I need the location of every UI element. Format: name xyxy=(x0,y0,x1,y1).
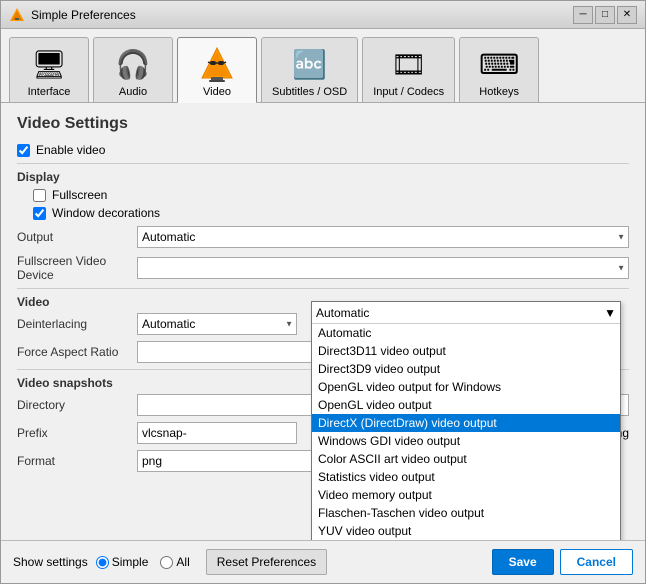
tab-hotkeys-label: Hotkeys xyxy=(479,86,519,98)
dropdown-item[interactable]: Video memory output xyxy=(312,486,620,504)
fullscreen-checkbox[interactable] xyxy=(33,189,46,202)
audio-icon: 🎧 xyxy=(113,44,153,84)
tab-video[interactable]: Video xyxy=(177,37,257,103)
tab-bar: 🖥 Interface 🎧 Audio xyxy=(1,29,645,103)
hotkeys-icon: ⌨ xyxy=(479,44,519,84)
output-select[interactable]: Automatic xyxy=(137,226,629,248)
content-area: Video Settings Enable video Display Full… xyxy=(1,103,645,540)
show-settings-label: Show settings xyxy=(13,555,88,569)
window-decorations-label: Window decorations xyxy=(52,206,160,220)
tab-audio-label: Audio xyxy=(119,86,147,98)
fullscreen-device-label: Fullscreen Video Device xyxy=(17,254,137,282)
simple-radio-label: Simple xyxy=(112,555,149,569)
main-window: Simple Preferences ─ □ ✕ 🖥 Interface 🎧 A… xyxy=(0,0,646,584)
input-icon: 🎞 xyxy=(389,44,429,84)
tab-subtitles-label: Subtitles / OSD xyxy=(272,86,347,98)
enable-video-checkbox[interactable] xyxy=(17,144,30,157)
dropdown-header-text: Automatic xyxy=(316,306,369,320)
reset-preferences-button[interactable]: Reset Preferences xyxy=(206,549,327,575)
fullscreen-device-select[interactable] xyxy=(137,257,629,279)
dropdown-item[interactable]: YUV video output xyxy=(312,522,620,540)
tab-input[interactable]: 🎞 Input / Codecs xyxy=(362,37,455,102)
tab-video-label: Video xyxy=(203,86,231,98)
interface-icon: 🖥 xyxy=(29,44,69,84)
window-decorations-checkbox[interactable] xyxy=(33,207,46,220)
window-title: Simple Preferences xyxy=(31,8,573,22)
dropdown-item[interactable]: Color ASCII art video output xyxy=(312,450,620,468)
bottom-bar: Show settings Simple All Reset Preferenc… xyxy=(1,540,645,583)
dropdown-item[interactable]: OpenGL video output xyxy=(312,396,620,414)
format-label: Format xyxy=(17,454,137,468)
fullscreen-device-select-wrapper xyxy=(137,257,629,279)
output-row: Output Automatic xyxy=(17,226,629,248)
dropdown-item[interactable]: OpenGL video output for Windows xyxy=(312,378,620,396)
dropdown-item[interactable]: Direct3D9 video output xyxy=(312,360,620,378)
divider-1 xyxy=(17,163,629,164)
dropdown-item[interactable]: DirectX (DirectDraw) video output xyxy=(312,414,620,432)
tab-hotkeys[interactable]: ⌨ Hotkeys xyxy=(459,37,539,102)
cancel-button[interactable]: Cancel xyxy=(560,549,633,575)
directory-label: Directory xyxy=(17,398,137,412)
title-bar: Simple Preferences ─ □ ✕ xyxy=(1,1,645,29)
dropdown-list: AutomaticDirect3D11 video outputDirect3D… xyxy=(312,324,620,540)
enable-video-row: Enable video xyxy=(17,143,629,157)
simple-radio-row: Simple xyxy=(96,555,149,569)
prefix-label: Prefix xyxy=(17,426,137,440)
aspect-ratio-label: Force Aspect Ratio xyxy=(17,345,137,359)
dropdown-item[interactable]: Automatic xyxy=(312,324,620,342)
output-label: Output xyxy=(17,230,137,244)
window-decorations-row: Window decorations xyxy=(33,206,629,220)
output-select-wrapper: Automatic xyxy=(137,226,629,248)
dropdown-arrow-icon: ▼ xyxy=(604,306,616,320)
show-settings-radio-group: Simple All xyxy=(96,555,190,569)
simple-radio[interactable] xyxy=(96,556,109,569)
deinterlacing-label: Deinterlacing xyxy=(17,317,137,331)
tab-interface-label: Interface xyxy=(28,86,71,98)
dropdown-item[interactable]: Flaschen-Taschen video output xyxy=(312,504,620,522)
minimize-button[interactable]: ─ xyxy=(573,6,593,24)
video-icon xyxy=(197,44,237,84)
fullscreen-device-row: Fullscreen Video Device xyxy=(17,254,629,282)
maximize-button[interactable]: □ xyxy=(595,6,615,24)
fullscreen-row: Fullscreen xyxy=(33,188,629,202)
tab-input-label: Input / Codecs xyxy=(373,86,444,98)
enable-video-label: Enable video xyxy=(36,143,105,157)
dropdown-item[interactable]: Windows GDI video output xyxy=(312,432,620,450)
all-radio[interactable] xyxy=(160,556,173,569)
save-button[interactable]: Save xyxy=(492,549,554,575)
close-button[interactable]: ✕ xyxy=(617,6,637,24)
tab-interface[interactable]: 🖥 Interface xyxy=(9,37,89,102)
tab-audio[interactable]: 🎧 Audio xyxy=(93,37,173,102)
deinterlacing-select[interactable]: Automatic xyxy=(137,313,297,335)
display-section-label: Display xyxy=(17,170,629,184)
deinterlacing-select-wrapper: Automatic xyxy=(137,313,297,335)
subtitles-icon: 🔤 xyxy=(290,44,330,84)
output-dropdown-overlay: Automatic ▼ AutomaticDirect3D11 video ou… xyxy=(311,301,621,540)
window-controls: ─ □ ✕ xyxy=(573,6,637,24)
all-radio-row: All xyxy=(160,555,189,569)
dropdown-header: Automatic ▼ xyxy=(312,302,620,324)
aspect-ratio-input[interactable] xyxy=(137,341,337,363)
all-radio-label: All xyxy=(176,555,189,569)
dropdown-item[interactable]: Statistics video output xyxy=(312,468,620,486)
fullscreen-label: Fullscreen xyxy=(52,188,107,202)
app-icon xyxy=(9,7,25,23)
divider-2 xyxy=(17,288,629,289)
dropdown-item[interactable]: Direct3D11 video output xyxy=(312,342,620,360)
tab-subtitles[interactable]: 🔤 Subtitles / OSD xyxy=(261,37,358,102)
page-title: Video Settings xyxy=(17,115,629,133)
prefix-input[interactable] xyxy=(137,422,297,444)
